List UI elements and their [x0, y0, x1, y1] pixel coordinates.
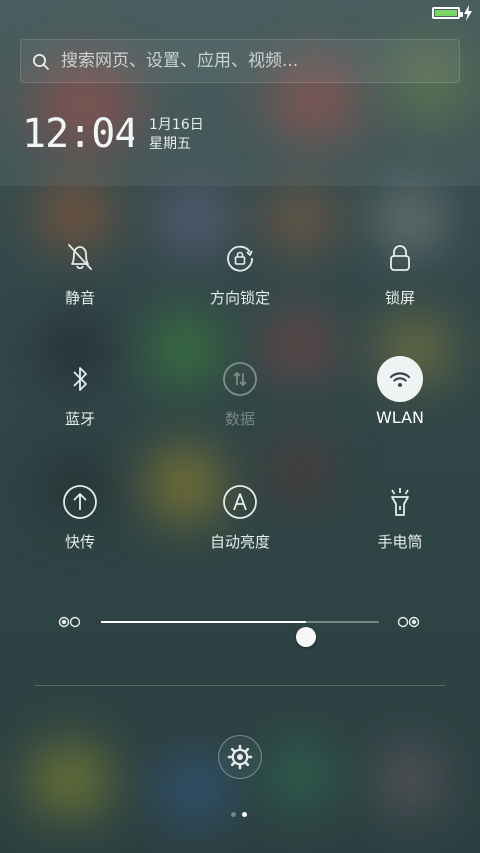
auto-brightness-icon	[223, 485, 257, 519]
toggle-wlan[interactable]: WLAN	[340, 356, 460, 446]
status-bar	[0, 0, 480, 26]
clock-time: 12:04	[22, 114, 134, 154]
toggle-rotation-lock[interactable]: 方向锁定	[180, 235, 300, 325]
toggle-bluetooth[interactable]: 蓝牙	[20, 356, 140, 446]
clock-time-text: 12:04	[22, 114, 134, 154]
page-dot	[231, 812, 236, 817]
toggle-label: 静音	[64, 289, 95, 307]
toggle-label: WLAN	[375, 408, 424, 427]
flashlight-icon	[391, 488, 409, 516]
toggle-flashlight[interactable]: 手电筒	[340, 479, 460, 569]
mobile-data-icon	[223, 362, 257, 396]
quick-transfer-icon	[63, 485, 97, 519]
toggle-label: 数据	[224, 410, 255, 428]
settings-button[interactable]	[218, 735, 262, 779]
search-input[interactable]	[61, 40, 451, 82]
weekday-text: 星期五	[149, 136, 191, 152]
toggle-label: 蓝牙	[64, 410, 95, 428]
date-text: 1月16日	[149, 117, 204, 133]
lock-icon	[390, 245, 410, 271]
page-indicator	[231, 812, 251, 818]
toggle-silent[interactable]: 静音	[20, 235, 140, 325]
brightness-fill	[101, 621, 307, 623]
charging-bolt-icon	[464, 5, 472, 21]
toggle-label: 快传	[64, 533, 95, 551]
toggle-lock-screen[interactable]: 锁屏	[340, 235, 460, 325]
rotation-lock-icon	[227, 245, 253, 272]
toggle-mobile-data[interactable]: 数据	[180, 356, 300, 446]
toggle-label: 自动亮度	[209, 533, 270, 551]
page-dot	[242, 812, 247, 817]
clock-date: 1月16日 星期五	[149, 116, 204, 154]
toggle-label: 手电筒	[377, 533, 423, 551]
toggle-auto-brightness[interactable]: 自动亮度	[180, 479, 300, 569]
toggle-label: 锁屏	[384, 289, 415, 307]
wifi-icon	[389, 372, 411, 387]
search-icon	[33, 54, 49, 70]
brightness-low-icon	[58, 616, 81, 628]
brightness-high-icon	[397, 616, 420, 628]
brightness-slider[interactable]	[56, 606, 426, 647]
search-bar[interactable]	[20, 39, 460, 83]
battery-icon	[432, 7, 463, 19]
brightness-track[interactable]	[101, 621, 379, 647]
bluetooth-icon	[73, 367, 87, 391]
bell-off-icon	[68, 244, 92, 270]
divider	[35, 685, 445, 686]
toggle-label: 方向锁定	[209, 289, 270, 307]
toggle-quick-transfer[interactable]: 快传	[20, 479, 140, 569]
gear-icon	[227, 744, 253, 770]
